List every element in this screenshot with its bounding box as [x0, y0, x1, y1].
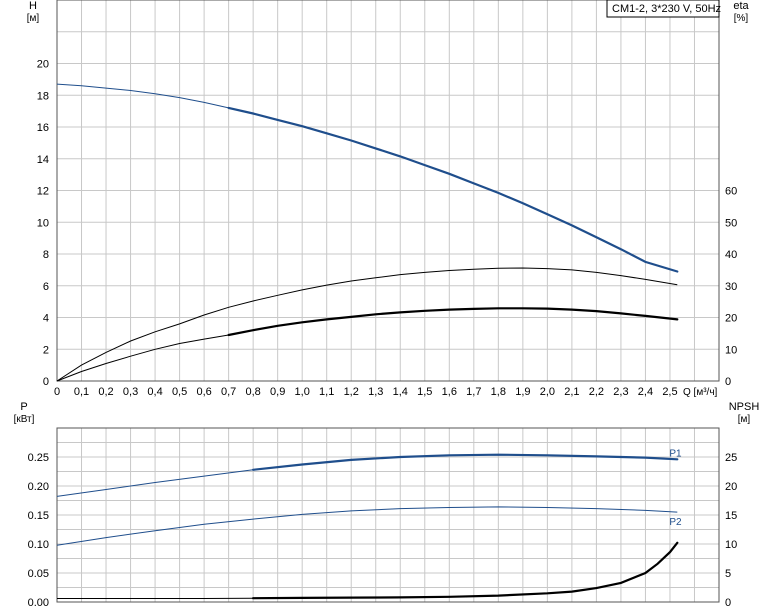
y-left-tick-label: 0.20	[28, 481, 49, 493]
x-tick-label: 1,1	[319, 386, 334, 398]
series-duty-range-NPSH	[252, 541, 679, 600]
y-right-tick-label: 10	[725, 344, 737, 356]
y-right-tick-label: 20	[725, 313, 737, 325]
x-tick-label: 2,3	[613, 386, 628, 398]
x-tick-label: 2,0	[540, 386, 555, 398]
x-tick-label: 0,7	[221, 386, 236, 398]
y-right-tick-label: 50	[725, 217, 737, 229]
x-tick-label: 1,5	[417, 386, 432, 398]
legend-text: CM1-2, 3*230 V, 50Hz	[612, 3, 721, 15]
y-left-tick-label: 0.00	[28, 597, 49, 609]
x-tick-label: 1,2	[344, 386, 359, 398]
y-left-tick-label: 12	[37, 186, 49, 198]
y-right-tick-label: 10	[725, 539, 737, 551]
y-right-tick-label: 60	[725, 186, 737, 198]
x-tick-label: 2,2	[589, 386, 604, 398]
y-right-axis-label: NPSH	[729, 401, 760, 413]
x-tick-label: 0,2	[98, 386, 113, 398]
series-duty-range-efficiency-thick	[227, 307, 679, 337]
x-tick-label: 1,0	[295, 386, 310, 398]
y-right-tick-label: 5	[725, 568, 731, 580]
y-left-tick-label: 2	[43, 344, 49, 356]
x-tick-label: 0,6	[196, 386, 211, 398]
pump-performance-chart: 0 2 4 6 8 10 12 14 16 18 20 0 10 20 30 40 50 60 H [м] eta [%]…	[0, 0, 774, 611]
y-left-axis-label: P	[20, 401, 27, 413]
y-right-axis-label: eta	[733, 0, 749, 12]
y-right-tick-label: 0	[725, 376, 731, 388]
y-left-tick-label: 18	[37, 90, 49, 102]
y-left-tick-label: 6	[43, 281, 49, 293]
x-tick-label: 0	[54, 386, 60, 398]
series-line-head	[56, 83, 678, 272]
y-left-tick-label: 14	[37, 154, 49, 166]
series-duty-range-head	[227, 106, 679, 273]
series-line-P1	[56, 454, 678, 497]
series-label-P1: P1	[669, 448, 682, 459]
series-line-efficiency-thick	[56, 307, 678, 382]
series-line-P2	[56, 506, 678, 546]
y-left-tick-label: 10	[37, 217, 49, 229]
y-left-axis-unit: [м]	[27, 13, 40, 24]
y-left-tick-label: 16	[37, 122, 49, 134]
y-left-tick-label: 4	[43, 313, 49, 325]
x-tick-label: 1,9	[515, 386, 530, 398]
x-tick-label: 1,7	[466, 386, 481, 398]
x-tick-label: 0,3	[123, 386, 138, 398]
y-left-tick-label: 8	[43, 249, 49, 261]
y-right-tick-label: 20	[725, 481, 737, 493]
x-tick-label: 2,5	[662, 386, 677, 398]
x-tick-label: 0,9	[270, 386, 285, 398]
x-tick-label: 1,8	[491, 386, 506, 398]
y-left-tick-label: 0	[43, 376, 49, 388]
x-tick-label: 1,6	[442, 386, 457, 398]
y-left-axis-label: H	[29, 0, 37, 12]
head-efficiency-panel: 0 2 4 6 8 10 12 14 16 18 20 0 10 20 30 40 50 60 H[м] eta[%]…	[27, 0, 750, 398]
y-left-tick-label: 0.25	[28, 452, 49, 464]
y-right-tick-label: 25	[725, 452, 737, 464]
series-line-efficiency-thin	[56, 267, 678, 382]
legend-box: CM1-2, 3*230 V, 50Hz	[606, 0, 721, 18]
x-tick-label: 1,4	[393, 386, 408, 398]
x-tick-label: 1,3	[368, 386, 383, 398]
x-tick-label: 0,4	[147, 386, 162, 398]
x-tick-label: 2,4	[638, 386, 653, 398]
y-left-tick-label: 0.05	[28, 568, 49, 580]
x-tick-label: 0,1	[74, 386, 89, 398]
y-right-tick-label: 40	[725, 249, 737, 261]
x-axis-label: Q [м³/ч]	[683, 387, 718, 398]
y-right-axis-unit: [м]	[738, 414, 751, 425]
power-npsh-panel: 0.00 0.05 0.10 0.15 0.20 0.25 0 5 10 15 20 25 P[кВт]…	[14, 401, 760, 609]
y-left-tick-label: 0.15	[28, 510, 49, 522]
series-label-P2: P2	[669, 517, 682, 528]
y-right-tick-label: 0	[725, 597, 731, 609]
x-tick-label: 0,5	[172, 386, 187, 398]
y-left-tick-label: 20	[37, 59, 49, 71]
x-tick-label: 0,8	[245, 386, 260, 398]
y-left-tick-label: 0.10	[28, 539, 49, 551]
y-left-axis-unit: [кВт]	[14, 414, 35, 425]
y-right-tick-label: 30	[725, 281, 737, 293]
chart-canvas: 024681012141618200102030405060H[м]eta[%]…	[14, 0, 760, 609]
x-tick-label: 2,1	[564, 386, 579, 398]
y-right-axis-unit: [%]	[734, 13, 749, 24]
y-right-tick-label: 15	[725, 510, 737, 522]
